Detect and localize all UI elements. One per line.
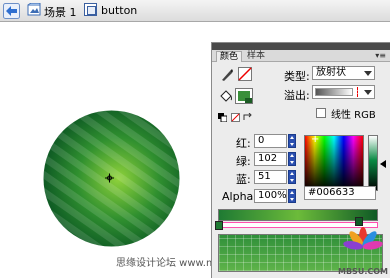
swap-colors-icon[interactable]: [243, 113, 252, 122]
green-label: 绿:: [236, 155, 251, 168]
chevron-down-icon: [364, 71, 372, 76]
panel-titlebar[interactable]: [212, 43, 390, 50]
tab-color[interactable]: 颜色: [216, 51, 243, 62]
fill-type-select[interactable]: 放射状: [312, 66, 375, 80]
brightness-pointer[interactable]: [380, 160, 386, 168]
alpha-field[interactable]: 100%: [254, 189, 287, 203]
alpha-stepper[interactable]: [288, 189, 296, 203]
fill-bucket-icon[interactable]: [219, 90, 233, 104]
watermark-text: MBSU.COM: [338, 267, 388, 276]
red-field[interactable]: 0: [254, 134, 287, 148]
overflow-label: 溢出:: [284, 89, 310, 102]
green-field[interactable]: 102: [254, 152, 287, 166]
panel-tab-strip: 颜色 样本 ▾≡: [212, 50, 390, 62]
brightness-strip[interactable]: [368, 135, 378, 191]
chevron-down-icon: [364, 90, 372, 95]
red-label: 红:: [236, 137, 251, 150]
no-color-icon[interactable]: [231, 113, 240, 122]
hex-field[interactable]: #006633: [304, 186, 376, 200]
overflow-gradient-sample: [315, 88, 353, 96]
overflow-select[interactable]: [312, 85, 375, 99]
linear-rgb-label: 线性 RGB: [331, 110, 376, 121]
panel-menu-icon[interactable]: ▾≡: [375, 51, 386, 60]
type-label: 类型:: [284, 70, 310, 83]
stage-circle-shape[interactable]: [43, 110, 180, 247]
alpha-label: Alpha:: [222, 190, 257, 203]
blue-field[interactable]: 51: [254, 170, 287, 184]
gradient-definition-bar[interactable]: [218, 209, 378, 221]
stroke-swatch-icon[interactable]: [238, 67, 252, 81]
button-symbol-icon: [84, 3, 97, 16]
color-panel: 颜色 样本 ▾≡ 类型: 放射状 溢出: 线性 RGB 红: 0 绿: 102 …: [211, 42, 390, 278]
scene-icon: [27, 3, 41, 16]
gradient-stop-left[interactable]: [215, 221, 223, 230]
crosshair-icon: +: [311, 134, 320, 145]
fill-swatch-icon[interactable]: [235, 88, 253, 104]
mbsu-logo-icon: [343, 227, 383, 250]
stroke-color-icon[interactable]: [220, 68, 234, 82]
edit-bar: 场景 1 button: [0, 0, 390, 22]
back-arrow-icon[interactable]: [3, 3, 20, 19]
blue-stepper[interactable]: [288, 170, 296, 184]
overflow-marker: [357, 87, 358, 97]
green-stepper[interactable]: [288, 152, 296, 166]
hue-saturation-picker[interactable]: +: [304, 134, 364, 191]
fill-type-value: 放射状: [316, 67, 346, 78]
default-colors-icon[interactable]: [218, 113, 227, 122]
linear-rgb-checkbox[interactable]: [316, 108, 326, 118]
tab-swatches[interactable]: 样本: [244, 51, 268, 62]
breadcrumb-scene[interactable]: 场景 1: [44, 4, 77, 20]
blue-label: 蓝:: [236, 173, 251, 186]
red-stepper[interactable]: [288, 134, 296, 148]
breadcrumb-symbol[interactable]: button: [101, 4, 137, 17]
